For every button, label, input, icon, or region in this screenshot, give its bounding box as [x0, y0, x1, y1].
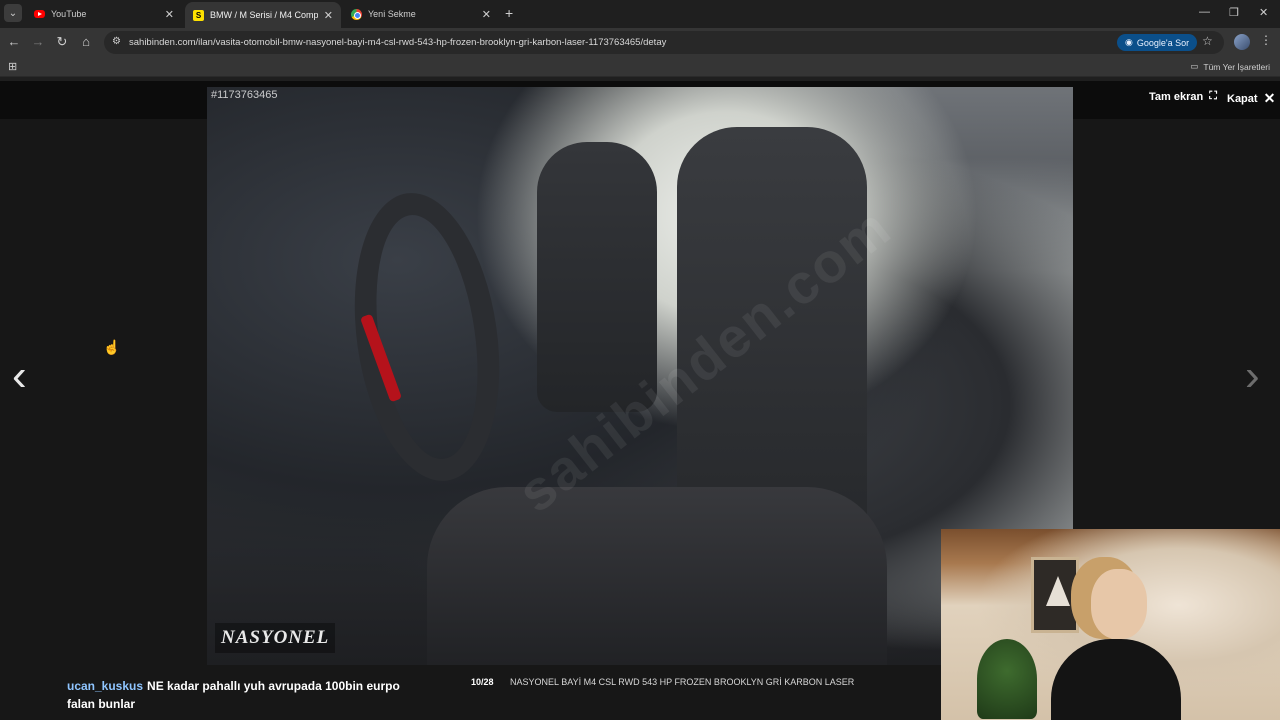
- steering-wheel-shape: [337, 183, 517, 491]
- google-lens-icon: ◉: [1125, 37, 1133, 47]
- sahibinden-icon: S: [193, 9, 204, 21]
- tab-title: YouTube: [51, 9, 87, 19]
- seat-cushion-shape: [427, 487, 887, 665]
- bookmarks-bar: ⊞ ▭ Tüm Yer İşaretleri: [0, 57, 1280, 77]
- url-text: sahibinden.com/ilan/vasita-otomobil-bmw-…: [129, 37, 667, 48]
- folder-icon: ▭: [1190, 61, 1199, 71]
- close-viewer-button[interactable]: Kapat ✕: [1227, 90, 1275, 107]
- fullscreen-label: Tam ekran: [1149, 90, 1204, 103]
- tab-new-tab[interactable]: Yeni Sekme ✕: [343, 3, 499, 25]
- google-ask-label: Google'a Sor: [1136, 37, 1190, 48]
- stream-chat-message: ucan_kuskus NE kadar pahallı yuh avrupada…: [67, 677, 407, 713]
- forward-arrow-icon[interactable]: →: [30, 34, 46, 49]
- new-tab-plus-icon[interactable]: +: [505, 5, 513, 21]
- listing-id: #1173763465: [211, 89, 278, 101]
- photo-caption: 10/28 NASYONEL BAYİ M4 CSL RWD 543 HP FR…: [471, 677, 854, 687]
- browser-toolbar: ← → ↻ ⌂ ⚙ sahibinden.com/ilan/vasita-oto…: [0, 28, 1280, 57]
- all-bookmarks-label: Tüm Yer İşaretleri: [1203, 61, 1270, 72]
- close-icon: ✕: [1263, 90, 1276, 106]
- profile-avatar[interactable]: [1234, 34, 1250, 50]
- tab-strip: ⌄ YouTube ✕ S BMW / M Serisi / M4 Compet…: [0, 0, 1280, 28]
- tab-youtube[interactable]: YouTube ✕: [26, 3, 182, 25]
- minimize-icon[interactable]: —: [1199, 6, 1210, 18]
- wall-frame-shape: [1031, 557, 1079, 633]
- close-tab-icon[interactable]: ✕: [165, 8, 174, 21]
- fullscreen-button[interactable]: Tam ekran ⛶: [1149, 90, 1217, 103]
- person-head-shape: [1091, 569, 1147, 639]
- reload-icon[interactable]: ↻: [54, 34, 70, 50]
- tab-title: Yeni Sekme: [368, 9, 416, 19]
- streamer-webcam: [941, 529, 1280, 720]
- chrome-icon: [351, 8, 362, 20]
- address-bar[interactable]: ⚙ sahibinden.com/ilan/vasita-otomobil-bm…: [104, 31, 1224, 54]
- close-tab-icon[interactable]: ✕: [482, 8, 491, 21]
- bookmark-star-icon[interactable]: ☆: [1202, 34, 1213, 48]
- photo-counter: 10/28: [471, 677, 494, 687]
- photo-title: NASYONEL BAYİ M4 CSL RWD 543 HP FROZEN B…: [510, 677, 855, 687]
- apps-grid-icon[interactable]: ⊞: [8, 60, 17, 73]
- home-icon[interactable]: ⌂: [78, 34, 94, 49]
- previous-photo-chevron-icon[interactable]: ‹: [12, 351, 27, 401]
- chat-username: ucan_kuskus: [67, 679, 144, 693]
- close-label: Kapat: [1227, 92, 1258, 105]
- restore-icon[interactable]: ❐: [1229, 6, 1239, 19]
- tab-search-button[interactable]: ⌄: [4, 4, 22, 22]
- back-arrow-icon[interactable]: ←: [6, 34, 22, 49]
- google-ask-button[interactable]: ◉ Google'a Sor: [1117, 34, 1198, 51]
- person-body-shape: [1051, 639, 1181, 720]
- site-info-icon[interactable]: ⚙: [112, 36, 121, 47]
- tab-bmw-listing[interactable]: S BMW / M Serisi / M4 Competition ✕: [185, 2, 341, 28]
- dealer-logo: NASYONEL: [215, 623, 336, 653]
- menu-dots-icon[interactable]: ⋮: [1260, 33, 1272, 47]
- close-window-icon[interactable]: ✕: [1259, 6, 1268, 19]
- next-photo-chevron-icon[interactable]: ›: [1245, 351, 1260, 401]
- plant-shape: [977, 639, 1037, 719]
- tab-title: BMW / M Serisi / M4 Competition: [210, 10, 318, 20]
- chevron-down-icon: ⌄: [8, 7, 18, 19]
- all-bookmarks-button[interactable]: ▭ Tüm Yer İşaretleri: [1190, 61, 1270, 72]
- fullscreen-icon: ⛶: [1209, 90, 1217, 102]
- close-tab-icon[interactable]: ✕: [324, 9, 333, 22]
- youtube-icon: [34, 9, 45, 20]
- hand-cursor-icon: ☝: [103, 339, 121, 355]
